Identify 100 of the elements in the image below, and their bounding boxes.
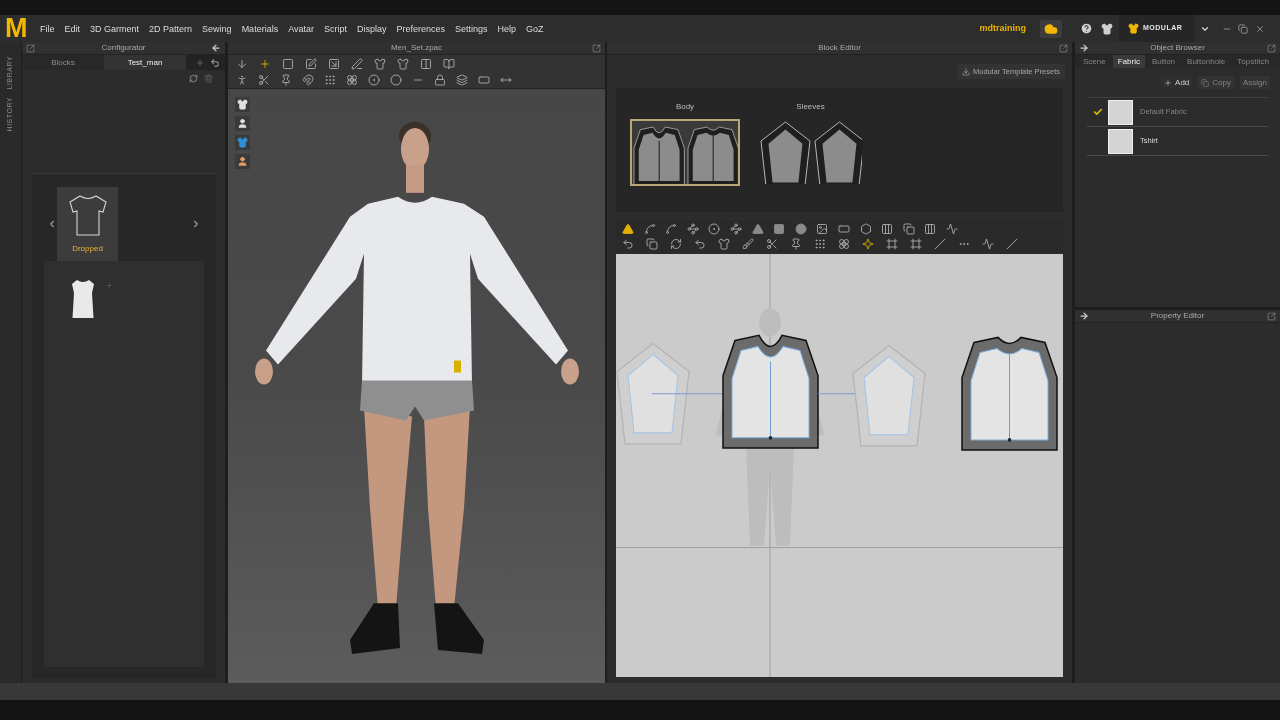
shirt-icon[interactable]: [718, 237, 730, 250]
pop-out-icon[interactable]: [1267, 43, 1276, 53]
circle-dot-icon[interactable]: [708, 222, 721, 235]
avatar-drawing[interactable]: [255, 121, 579, 655]
pen-icon[interactable]: [351, 57, 363, 70]
rectangle-icon[interactable]: [478, 73, 490, 86]
menu-item[interactable]: 2D Pattern: [149, 22, 193, 35]
shirt-icon[interactable]: [374, 57, 386, 70]
person-icon[interactable]: [235, 154, 250, 169]
panel-tab[interactable]: Scene: [1078, 55, 1111, 68]
columns-icon[interactable]: [924, 222, 937, 235]
nodes-icon[interactable]: [686, 222, 699, 235]
frame-icon[interactable]: [910, 237, 922, 250]
cloud-icon[interactable]: [1040, 19, 1062, 38]
menu-item[interactable]: Script: [324, 22, 347, 35]
panel-tab[interactable]: Test_man: [104, 55, 186, 70]
dots-icon[interactable]: [324, 73, 336, 86]
panel-tab[interactable]: Blocks: [22, 55, 104, 70]
shirt-icon[interactable]: [1101, 22, 1113, 35]
help-icon[interactable]: [1080, 22, 1093, 35]
triangle-icon[interactable]: [622, 222, 634, 235]
layers-icon[interactable]: [456, 73, 468, 86]
pop-out-icon[interactable]: [26, 43, 35, 53]
close-icon[interactable]: [1255, 23, 1265, 34]
menu-item[interactable]: 3D Garment: [90, 22, 140, 35]
slash-icon[interactable]: [934, 237, 946, 250]
style-card[interactable]: Dropped: [57, 187, 118, 261]
circle-dot-icon[interactable]: [368, 73, 380, 86]
app-logo[interactable]: M: [5, 15, 30, 42]
person-icon[interactable]: [235, 116, 250, 131]
pattern-canvas[interactable]: [616, 254, 1063, 677]
rectangle-icon[interactable]: [837, 222, 850, 235]
columns-icon[interactable]: [881, 222, 894, 235]
shirt-icon[interactable]: [235, 97, 250, 112]
circle-icon[interactable]: [390, 73, 402, 86]
refresh-icon[interactable]: [189, 74, 198, 83]
chevron-right-icon[interactable]: [191, 219, 201, 229]
square-icon[interactable]: [773, 222, 786, 235]
dots-icon[interactable]: [814, 237, 826, 250]
block-thumbnail[interactable]: [630, 119, 740, 186]
menu-item[interactable]: File: [40, 22, 55, 35]
restore-icon[interactable]: [1238, 23, 1248, 34]
arrow-right-icon[interactable]: [1079, 311, 1089, 321]
pop-out-icon[interactable]: [592, 43, 601, 53]
flower-icon[interactable]: [346, 73, 358, 86]
seam-line[interactable]: [651, 393, 724, 395]
square-icon[interactable]: [282, 57, 294, 70]
shirt-icon[interactable]: [397, 57, 409, 70]
body-pattern-piece[interactable]: [722, 334, 819, 449]
curve-icon[interactable]: [643, 222, 656, 235]
slash-icon[interactable]: [1006, 237, 1018, 250]
pin-icon[interactable]: [280, 73, 292, 86]
sparkle-icon[interactable]: [862, 237, 874, 250]
menu-item[interactable]: Sewing: [202, 22, 232, 35]
scissors-icon[interactable]: [258, 73, 270, 86]
image-icon[interactable]: [816, 222, 829, 235]
menu-item[interactable]: Avatar: [288, 22, 314, 35]
wave-icon[interactable]: [945, 222, 958, 235]
chevron-left-icon[interactable]: [47, 219, 57, 229]
pop-out-icon[interactable]: [1267, 311, 1276, 321]
panel-tab[interactable]: Topstitch: [1232, 55, 1274, 68]
arrow-right-icon[interactable]: [1079, 43, 1089, 53]
pop-out-icon[interactable]: [1059, 43, 1068, 53]
edit-square-icon[interactable]: [305, 57, 317, 70]
frame-icon[interactable]: [886, 237, 898, 250]
menu-item[interactable]: GoZ: [526, 22, 544, 35]
block-thumbnail[interactable]: [757, 119, 864, 186]
magnet-icon[interactable]: [302, 73, 314, 86]
wave-icon[interactable]: [982, 237, 994, 250]
brush-icon[interactable]: [742, 237, 754, 250]
sleeveless-top-thumbnail[interactable]: [71, 279, 95, 319]
arrow-down-icon[interactable]: [236, 57, 248, 70]
split-panel-icon[interactable]: [420, 57, 432, 70]
menu-item[interactable]: Display: [357, 22, 387, 35]
menu-item[interactable]: Settings: [455, 22, 488, 35]
copy-icon[interactable]: [902, 222, 915, 235]
lock-icon[interactable]: [434, 73, 446, 86]
menu-item[interactable]: Preferences: [396, 22, 446, 35]
menu-item[interactable]: Materials: [241, 22, 279, 35]
panel-tab[interactable]: Fabric: [1112, 55, 1145, 68]
scissors-icon[interactable]: [766, 237, 778, 250]
flower-icon[interactable]: [838, 237, 850, 250]
person-icon[interactable]: [236, 73, 248, 86]
arrow-left-icon[interactable]: [211, 43, 221, 53]
pin-icon[interactable]: [790, 237, 802, 250]
hexagon-icon[interactable]: [859, 222, 872, 235]
menu-item[interactable]: Edit: [64, 22, 81, 35]
panel-tab[interactable]: Buttonhole: [1182, 55, 1231, 68]
undo-icon[interactable]: [694, 237, 706, 250]
plus-icon[interactable]: [259, 57, 271, 70]
panel-tab[interactable]: Button: [1146, 55, 1181, 68]
menu-item[interactable]: Help: [497, 22, 517, 35]
refresh-icon[interactable]: [670, 237, 682, 250]
curve-icon[interactable]: [665, 222, 678, 235]
undo-icon[interactable]: [622, 237, 634, 250]
book-icon[interactable]: [443, 57, 455, 70]
body-pattern-piece[interactable]: [961, 336, 1058, 451]
triangle-icon[interactable]: [751, 222, 764, 235]
circle-icon[interactable]: [794, 222, 807, 235]
fabric-swatch[interactable]: [1108, 128, 1133, 154]
